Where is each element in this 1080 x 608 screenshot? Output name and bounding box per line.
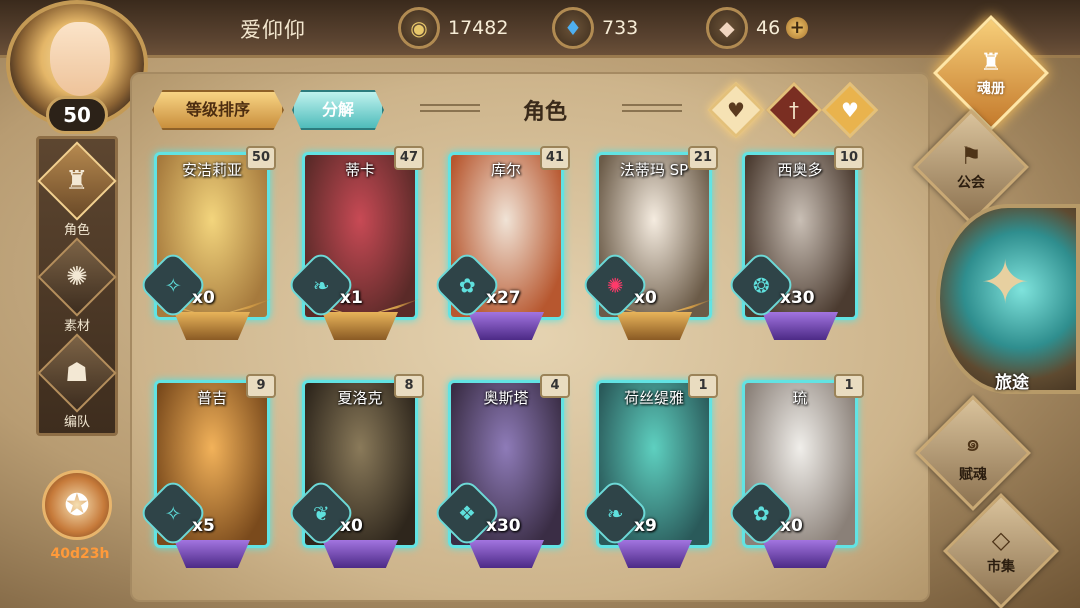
heart-filter-icon: ♥ (727, 98, 745, 122)
add-gem-button[interactable]: + (786, 17, 809, 39)
gem-icon: ◇ (991, 526, 1011, 554)
nav-label: 魂册 (977, 81, 1005, 97)
purple-rarity-base (762, 312, 838, 340)
compass-icon: ✦ (980, 248, 1031, 318)
nav-market[interactable]: ◇ 市集 (943, 493, 1059, 608)
nav-label: 旅途 (995, 373, 1029, 393)
beast-icon: ✺ (37, 237, 117, 317)
character-card[interactable]: 奥斯塔 4 ❖ x30 (431, 374, 570, 576)
gold-coin-icon: ◉ (398, 7, 440, 49)
event-spiral-icon[interactable]: ✪ (42, 470, 112, 540)
gold-currency[interactable]: ◉ 17482 (398, 6, 508, 50)
soul-count: x5 (192, 516, 215, 536)
title-ornament-left (420, 104, 480, 112)
soul-count: x27 (486, 288, 521, 308)
top-bar: 爱仰仰 ◉ 17482 ♦ 733 ◆ 46 + (0, 0, 1080, 58)
card-level-badge: 1 (688, 374, 718, 398)
nav-journey[interactable]: ✦ 旅途 (936, 204, 1080, 394)
character-card[interactable]: 蒂卡 47 ❧ x1 (285, 146, 424, 348)
gem-currency[interactable]: ◆ 46 + (706, 6, 809, 50)
gem-stone-icon: ◆ (706, 7, 748, 49)
banner-icon: ⚑ (960, 142, 982, 170)
player-level-badge: 50 (46, 96, 108, 134)
menu-item-label: 角色 (63, 223, 90, 238)
card-level-badge: 8 (394, 374, 424, 398)
soul-count: x0 (192, 288, 215, 308)
card-level-badge: 47 (393, 146, 424, 170)
card-level-badge: 10 (833, 146, 864, 170)
soul-count: x1 (340, 288, 363, 308)
purple-rarity-base (174, 540, 250, 568)
gem-amount: 46 (756, 17, 781, 39)
spiral-icon: ๑ (965, 428, 981, 457)
card-level-badge: 9 (246, 374, 276, 398)
avatar-portrait (50, 22, 110, 96)
panel-title: 角色 (522, 100, 567, 125)
gold-rarity-base (322, 312, 398, 340)
character-card[interactable]: 夏洛克 8 ❦ x0 (285, 374, 424, 576)
sort-by-level-button[interactable]: 等级排序 (152, 90, 284, 130)
soul-count: x30 (780, 288, 815, 308)
character-card[interactable]: 西奥多 10 ❂ x30 (725, 146, 864, 348)
character-card[interactable]: 琉 1 ✿ x0 (725, 374, 864, 576)
gold-rarity-base (616, 312, 692, 340)
team-icon: ☗ (37, 333, 117, 413)
soul-count: x0 (340, 516, 363, 536)
soul-count: x0 (634, 288, 657, 308)
menu-item-label: 素材 (63, 319, 90, 334)
card-level-badge: 1 (834, 374, 864, 398)
card-level-badge: 41 (539, 146, 570, 170)
event-timer: 40d23h (50, 546, 110, 562)
gold-amount: 17482 (448, 17, 509, 39)
menu-item-team[interactable]: ☗ 编队 (37, 333, 117, 435)
card-level-badge: 50 (245, 146, 276, 170)
nav-label: 市集 (987, 559, 1015, 575)
character-card[interactable]: 安洁莉亚 50 ✧ x0 (137, 146, 276, 348)
soul-count: x9 (634, 516, 657, 536)
nav-soul-infusion[interactable]: ๑ 赋魂 (915, 395, 1031, 511)
card-level-badge: 21 (687, 146, 718, 170)
gold-rarity-base (174, 312, 250, 340)
soul-count: x0 (780, 516, 803, 536)
player-name: 爱仰仰 (240, 18, 306, 42)
soul-count: x30 (486, 516, 521, 536)
character-card[interactable]: 荷丝缇雅 1 ❧ x9 (579, 374, 718, 576)
purple-rarity-base (468, 312, 544, 340)
crystal-amount: 733 (602, 17, 639, 39)
nav-label: 公会 (957, 175, 985, 191)
character-card[interactable]: 法蒂玛 SP 21 ✺ x0 (579, 146, 718, 348)
purple-rarity-base (468, 540, 544, 568)
helmet-icon: ♜ (37, 141, 117, 221)
title-ornament-right (622, 104, 682, 112)
crystal-currency[interactable]: ♦ 733 (552, 6, 638, 50)
menu-item-characters[interactable]: ♜ 角色 (37, 141, 117, 243)
character-card[interactable]: 普吉 9 ✧ x5 (137, 374, 276, 576)
left-menu: ♜ 角色 ✺ 素材 ☗ 编队 (36, 136, 118, 436)
card-level-badge: 4 (540, 374, 570, 398)
purple-rarity-base (616, 540, 692, 568)
nav-label: 赋魂 (959, 466, 987, 483)
purple-rarity-base (762, 540, 838, 568)
character-card[interactable]: 库尔 41 ✿ x27 (431, 146, 570, 348)
helmet-icon: ♜ (980, 48, 1002, 76)
shield-filter-icon: ♥ (841, 98, 859, 122)
blue-crystal-icon: ♦ (552, 7, 594, 49)
purple-rarity-base (322, 540, 398, 568)
menu-item-label: 编队 (63, 415, 90, 430)
sword-filter-icon: † (789, 98, 799, 122)
menu-item-materials[interactable]: ✺ 素材 (37, 237, 117, 339)
decompose-button[interactable]: 分解 (292, 90, 384, 130)
